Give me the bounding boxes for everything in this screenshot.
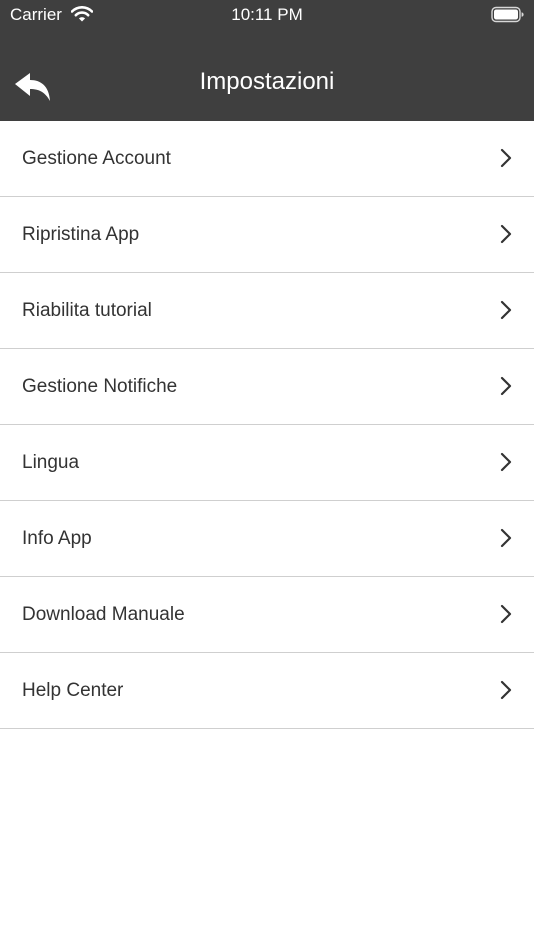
status-bar: Carrier 10:11 PM (0, 0, 534, 32)
settings-item-label: Gestione Notifiche (22, 376, 178, 397)
settings-item-label: Ripristina App (22, 224, 140, 245)
status-time: 10:11 PM (231, 5, 303, 24)
battery-full-icon (491, 6, 524, 23)
chevron-right-icon (500, 224, 512, 244)
settings-item-label: Riabilita tutorial (22, 300, 152, 321)
settings-item-label: Gestione Account (22, 148, 171, 169)
settings-item-help-center[interactable]: Help Center (0, 653, 534, 729)
settings-item-label: Help Center (22, 680, 124, 701)
chevron-right-icon (500, 300, 512, 320)
settings-item-riabilita-tutorial[interactable]: Riabilita tutorial (0, 273, 534, 349)
settings-item-lingua[interactable]: Lingua (0, 425, 534, 501)
settings-item-label: Lingua (22, 452, 80, 473)
chevron-right-icon (500, 148, 512, 168)
chevron-right-icon (500, 528, 512, 548)
settings-item-download-manuale[interactable]: Download Manuale (0, 577, 534, 653)
settings-item-gestione-account[interactable]: Gestione Account (0, 121, 534, 197)
chevron-right-icon (500, 376, 512, 396)
chevron-right-icon (500, 604, 512, 624)
settings-list: Gestione Account Ripristina App Riabilit… (0, 121, 534, 729)
page-title: Impostazioni (199, 68, 335, 95)
app-header: Carrier 10:11 PM Impostazioni (0, 0, 534, 121)
chevron-right-icon (500, 452, 512, 472)
chevron-right-icon (500, 680, 512, 700)
settings-item-info-app[interactable]: Info App (0, 501, 534, 577)
settings-item-gestione-notifiche[interactable]: Gestione Notifiche (0, 349, 534, 425)
settings-item-ripristina-app[interactable]: Ripristina App (0, 197, 534, 273)
settings-item-label: Download Manuale (22, 604, 185, 625)
settings-item-label: Info App (22, 528, 92, 549)
